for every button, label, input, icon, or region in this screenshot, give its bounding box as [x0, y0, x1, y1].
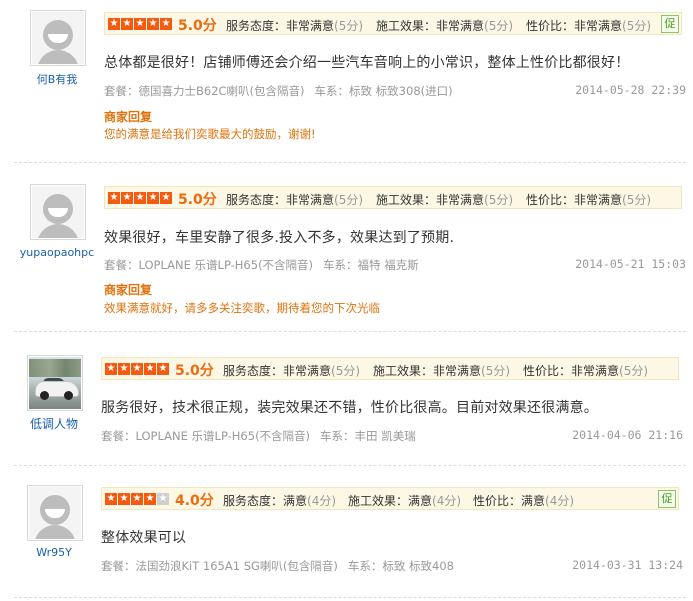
- review-meta: 套餐：LOPLANE 乐谱LP-H65(不含隔音) 车系：丰田 凯美瑞: [101, 429, 416, 443]
- star-icon: ★: [131, 363, 143, 375]
- construction-rating: 施工效果：非常满意(5分): [376, 19, 514, 33]
- package-name: LOPLANE 乐谱LP-H65(不含隔音): [138, 258, 314, 272]
- review-content: 总体都是很好！店铺师傅还会介绍一些汽车音响上的小常识，整体上性价比都很好！: [104, 55, 630, 71]
- review-item: Wr95Y ★ ★ ★ ★ ★ 4.0分 服务态度：满意(4分) 施工效果：满意(4分)…: [0, 475, 693, 601]
- star-icon: ★: [144, 493, 156, 505]
- username-link[interactable]: yupaopaohpc: [17, 246, 97, 259]
- default-avatar-icon: [32, 186, 84, 238]
- avatar[interactable]: [27, 485, 83, 541]
- star-icon: ★: [121, 18, 133, 30]
- rating-bar: ★ ★ ★ ★ ★ 5.0分 服务态度：非常满意(5分) 施工效果：非常满意(5分) 性…: [101, 357, 679, 380]
- star-icon: ★: [105, 493, 117, 505]
- verified-icon: 促: [658, 490, 676, 508]
- verified-icon: 促: [661, 15, 679, 33]
- review-item: yupaopaohpc ★ ★ ★ ★ ★ 5.0分 服务态度：非常满意(5分) 施工效…: [0, 175, 693, 340]
- rating-bar: ★ ★ ★ ★ ★ 5.0分 服务态度：非常满意(5分) 施工效果：非常满意(5分) 性…: [104, 12, 682, 35]
- merchant-reply-title: 商家回复: [104, 110, 153, 124]
- service-rating: 服务态度：非常满意(5分): [226, 19, 364, 33]
- star-icon: ★: [108, 18, 120, 30]
- review-item: 低调人物 ★ ★ ★ ★ ★ 5.0分 服务态度：非常满意(5分) 施工效果：非常满意(…: [0, 345, 693, 465]
- package-name: LOPLANE 乐谱LP-H65(不含隔音): [135, 429, 311, 443]
- car-series: 标致 标致308(进口): [349, 84, 453, 98]
- review-date: 2014-05-21 15:03: [575, 257, 686, 271]
- star-icon: ★: [131, 493, 143, 505]
- review-divider: [14, 331, 686, 332]
- review-date: 2014-03-31 13:24: [572, 558, 683, 572]
- value-rating: 性价比：非常满意(5分): [526, 19, 652, 33]
- star-icon: ★: [134, 18, 146, 30]
- review-meta: 套餐：法国劲浪KiT 165A1 SG喇叭(包含隔音) 车系：标致 标致408: [101, 559, 454, 573]
- service-rating: 服务态度：非常满意(5分): [226, 193, 364, 207]
- merchant-reply-text: 您的满意是给我们奕歌最大的鼓励，谢谢!: [104, 127, 316, 141]
- construction-rating: 施工效果：满意(4分): [348, 494, 462, 508]
- score: 4.0分: [175, 493, 214, 509]
- service-rating: 服务态度：满意(4分): [223, 494, 337, 508]
- package-name: 法国劲浪KiT 165A1 SG喇叭(包含隔音): [135, 559, 338, 573]
- score: 5.0分: [175, 363, 214, 379]
- star-icon: ★: [105, 363, 117, 375]
- star-icon: ★: [121, 192, 133, 204]
- review-date: 2014-05-28 22:39: [575, 83, 686, 97]
- review-content: 效果很好，车里安静了很多.投入不多，效果达到了预期.: [104, 230, 455, 246]
- avatar[interactable]: [27, 355, 83, 411]
- review-meta: 套餐：LOPLANE 乐谱LP-H65(不含隔音) 车系：福特 福克斯: [104, 258, 419, 272]
- merchant-reply-text: 效果满意就好，请多多关注奕歌，期待着您的下次光临: [104, 301, 380, 315]
- construction-rating: 施工效果：非常满意(5分): [373, 364, 511, 378]
- merchant-reply-title: 商家回复: [104, 283, 153, 297]
- star-icon: ★: [144, 363, 156, 375]
- car-series: 丰田 凯美瑞: [354, 429, 416, 443]
- score: 5.0分: [178, 18, 217, 34]
- star-icon: ★: [147, 192, 159, 204]
- construction-rating: 施工效果：非常满意(5分): [376, 193, 514, 207]
- service-rating: 服务态度：非常满意(5分): [223, 364, 361, 378]
- default-avatar-icon: [29, 487, 81, 539]
- rating-bar: ★ ★ ★ ★ ★ 5.0分 服务态度：非常满意(5分) 施工效果：非常满意(5分) 性…: [104, 186, 682, 209]
- car-photo-icon: [29, 357, 81, 409]
- default-avatar-icon: [32, 12, 84, 64]
- star-rating: ★ ★ ★ ★ ★: [105, 493, 169, 505]
- value-rating: 性价比：非常满意(5分): [526, 193, 652, 207]
- star-icon: ★: [118, 493, 130, 505]
- star-icon: ★: [160, 18, 172, 30]
- star-rating: ★ ★ ★ ★ ★: [105, 363, 169, 375]
- value-rating: 性价比：非常满意(5分): [523, 364, 649, 378]
- review-content: 服务很好，技术很正规，装完效果还不错，性价比很高。目前对效果还很满意。: [101, 400, 598, 416]
- score: 5.0分: [178, 192, 217, 208]
- username-link[interactable]: 低调人物: [14, 415, 94, 432]
- avatar[interactable]: [30, 10, 86, 66]
- star-icon: ★: [118, 363, 130, 375]
- car-series: 标致 标致408: [382, 559, 454, 573]
- star-rating: ★ ★ ★ ★ ★: [108, 18, 172, 30]
- username-link[interactable]: 何B有我: [17, 71, 97, 87]
- car-series: 福特 福克斯: [357, 258, 419, 272]
- review-divider: [14, 465, 686, 466]
- review-divider: [14, 162, 686, 163]
- review-item: 何B有我 ★ ★ ★ ★ ★ 5.0分 服务态度：非常满意(5分) 施工效果：非常满意(…: [0, 0, 693, 165]
- star-empty-icon: ★: [157, 493, 169, 505]
- star-rating: ★ ★ ★ ★ ★: [108, 192, 172, 204]
- star-icon: ★: [160, 192, 172, 204]
- review-divider: [14, 597, 686, 598]
- rating-bar: ★ ★ ★ ★ ★ 4.0分 服务态度：满意(4分) 施工效果：满意(4分) 性价比：满…: [101, 487, 679, 510]
- star-icon: ★: [157, 363, 169, 375]
- star-icon: ★: [134, 192, 146, 204]
- star-icon: ★: [108, 192, 120, 204]
- review-meta: 套餐：德国喜力士B62C喇叭(包含隔音) 车系：标致 标致308(进口): [104, 84, 453, 98]
- review-content: 整体效果可以: [101, 530, 187, 546]
- username-link[interactable]: Wr95Y: [14, 546, 94, 559]
- review-date: 2014-04-06 21:16: [572, 428, 683, 442]
- avatar[interactable]: [30, 184, 86, 240]
- star-icon: ★: [147, 18, 159, 30]
- package-name: 德国喜力士B62C喇叭(包含隔音): [138, 84, 305, 98]
- value-rating: 性价比：满意(4分): [473, 494, 575, 508]
